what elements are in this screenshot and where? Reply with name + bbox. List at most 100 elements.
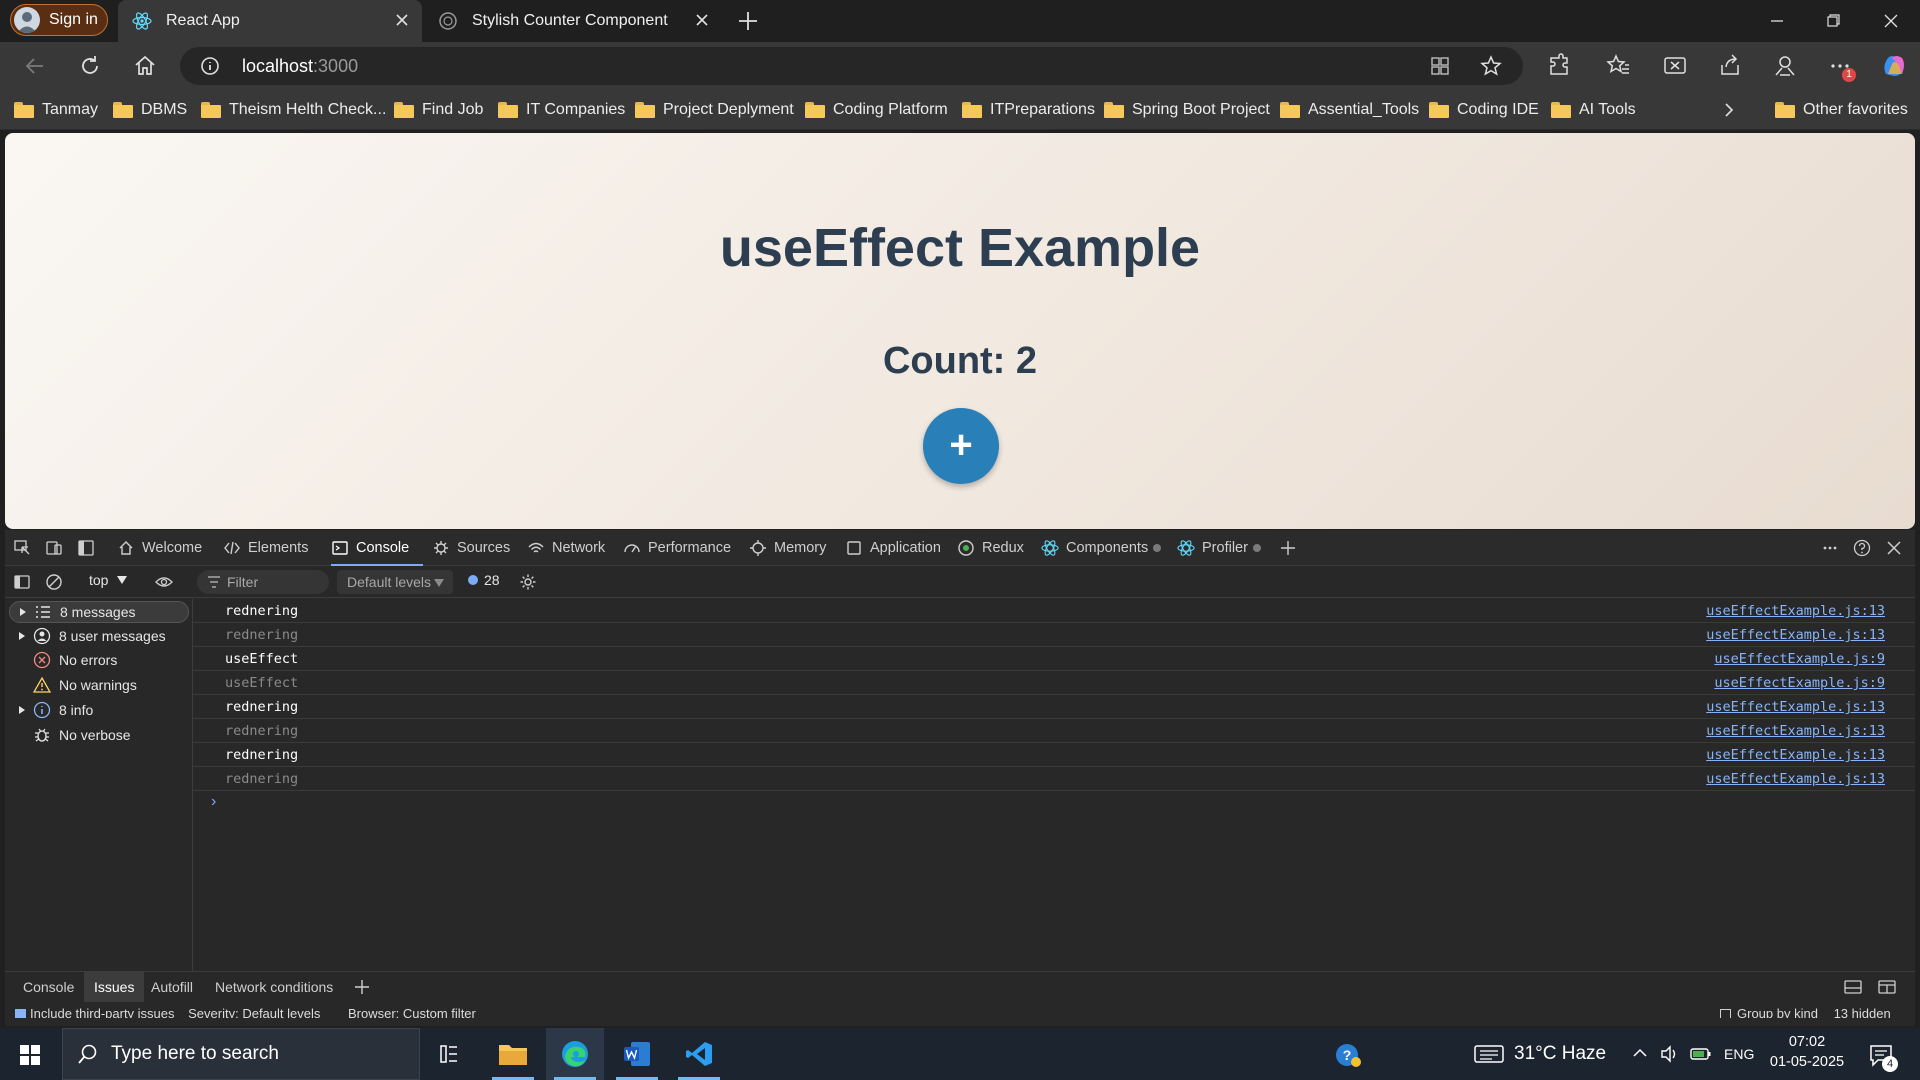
close-drawer-icon[interactable]	[1877, 978, 1897, 996]
bookmark-folder[interactable]: Tanmay	[14, 99, 98, 121]
share-icon[interactable]	[1718, 53, 1744, 79]
tab-welcome[interactable]: Welcome	[117, 530, 202, 566]
restore-icon[interactable]	[1820, 8, 1846, 34]
sidebar-item-user-messages[interactable]: 8 user messages	[5, 625, 189, 647]
sidebar-toggle-icon[interactable]	[13, 573, 31, 591]
clear-console-icon[interactable]	[45, 573, 63, 591]
language-indicator[interactable]: ENG	[1724, 1028, 1754, 1080]
tab-application[interactable]: Application	[845, 530, 941, 566]
filter-input[interactable]: Filter	[197, 570, 329, 594]
other-favorites-folder[interactable]: Other favorites	[1775, 99, 1908, 121]
clock[interactable]: 07:02 01-05-2025	[1762, 1032, 1852, 1072]
source-link[interactable]: useEffectExample.js:13	[1706, 723, 1885, 739]
tab-redux[interactable]: Redux	[957, 530, 1024, 566]
help-icon[interactable]: ?	[1334, 1042, 1362, 1068]
word-app[interactable]	[608, 1028, 666, 1080]
close-devtools-icon[interactable]	[1885, 539, 1903, 557]
favorites-icon[interactable]	[1605, 53, 1631, 79]
severity-dropdown[interactable]: Severity: Default levels	[188, 1006, 320, 1018]
app-available-icon[interactable]	[1430, 56, 1450, 76]
address-bar[interactable]: localhost:3000	[180, 47, 1523, 85]
sign-in-button[interactable]: Sign in	[10, 4, 108, 36]
context-selector[interactable]: top	[89, 572, 128, 588]
copilot-icon[interactable]	[1880, 52, 1908, 80]
task-view-button[interactable]	[420, 1028, 478, 1080]
increment-button[interactable]: +	[923, 408, 999, 484]
bookmark-folder[interactable]: Theism Helth Check...	[201, 99, 386, 121]
battery-icon[interactable]	[1690, 1045, 1712, 1063]
sidebar-item-warnings[interactable]: No warnings	[5, 674, 189, 696]
show-hidden-icons-icon[interactable]	[1632, 1046, 1648, 1060]
close-window-icon[interactable]	[1878, 8, 1904, 34]
bookmark-folder[interactable]: Coding IDE	[1429, 99, 1539, 121]
volume-icon[interactable]	[1660, 1044, 1680, 1064]
source-link[interactable]: useEffectExample.js:13	[1706, 699, 1885, 715]
home-icon[interactable]	[131, 52, 159, 80]
bookmark-folder[interactable]: Assential_Tools	[1280, 99, 1419, 121]
browser-filter-dropdown[interactable]: Browser: Custom filter	[348, 1006, 476, 1018]
source-link[interactable]: useEffectExample.js:13	[1706, 747, 1885, 763]
third-party-checkbox[interactable]	[15, 1009, 26, 1018]
bookmark-folder[interactable]: Coding Platform	[805, 99, 948, 121]
tab-profiler[interactable]: Profiler	[1177, 530, 1261, 566]
drawer-tab-issues[interactable]: Issues	[84, 972, 145, 1002]
tab-memory[interactable]: Memory	[749, 530, 826, 566]
new-tab-icon[interactable]	[736, 9, 760, 33]
more-tools-icon[interactable]	[1821, 539, 1839, 557]
bookmark-folder[interactable]: DBMS	[113, 99, 187, 121]
device-toolbar-icon[interactable]	[45, 539, 63, 557]
tab-performance[interactable]: Performance	[623, 530, 731, 566]
edge-app[interactable]	[546, 1028, 604, 1080]
screenshot-icon[interactable]	[1662, 53, 1688, 79]
tab-network[interactable]: Network	[527, 530, 605, 566]
back-icon[interactable]	[21, 52, 49, 80]
dock-drawer-icon[interactable]	[1843, 978, 1863, 996]
tab-sources[interactable]: Sources	[432, 530, 510, 566]
windows-start-icon[interactable]	[20, 1045, 40, 1065]
source-link[interactable]: useEffectExample.js:13	[1706, 627, 1885, 643]
close-tab-icon[interactable]	[694, 12, 710, 28]
source-link[interactable]: useEffectExample.js:13	[1706, 771, 1885, 787]
log-levels-dropdown[interactable]: Default levels	[337, 570, 453, 594]
sidebar-item-messages[interactable]: 8 messages	[9, 601, 189, 623]
file-explorer-app[interactable]	[484, 1028, 542, 1080]
eye-icon[interactable]	[155, 573, 173, 591]
add-tab-icon[interactable]	[1279, 539, 1297, 557]
dock-side-icon[interactable]	[77, 539, 95, 557]
browser-essentials-icon[interactable]	[1772, 53, 1798, 79]
source-link[interactable]: useEffectExample.js:13	[1706, 603, 1885, 619]
sidebar-item-info[interactable]: 8 info	[5, 699, 189, 721]
settings-gear-icon[interactable]	[519, 573, 537, 591]
close-tab-icon[interactable]	[394, 12, 410, 28]
bookmark-folder[interactable]: IT Companies	[498, 99, 625, 121]
bookmark-folder[interactable]: Find Job	[394, 99, 483, 121]
drawer-tab-console[interactable]: Console	[13, 972, 84, 1002]
taskbar-search-box[interactable]: Type here to search	[62, 1028, 420, 1080]
chevron-right-icon[interactable]	[1720, 101, 1738, 119]
tab-components[interactable]: Components	[1041, 530, 1162, 566]
group-by-kind-checkbox[interactable]	[1720, 1009, 1731, 1018]
extensions-icon[interactable]	[1546, 53, 1572, 79]
tab-elements[interactable]: Elements	[223, 530, 308, 566]
bookmark-folder[interactable]: ITPreparations	[962, 99, 1095, 121]
add-drawer-tab-icon[interactable]	[353, 978, 371, 996]
favorite-star-icon[interactable]	[1480, 55, 1502, 77]
info-icon[interactable]	[200, 56, 220, 76]
sidebar-item-verbose[interactable]: No verbose	[5, 724, 189, 746]
source-link[interactable]: useEffectExample.js:9	[1714, 675, 1885, 691]
tab-console[interactable]: Console	[331, 530, 423, 566]
drawer-tab-autofill[interactable]: Autofill	[141, 972, 203, 1002]
source-link[interactable]: useEffectExample.js:9	[1714, 651, 1885, 667]
vscode-app[interactable]	[670, 1028, 728, 1080]
drawer-tab-network-conditions[interactable]: Network conditions	[205, 972, 343, 1002]
tab-stylish-counter[interactable]: Stylish Counter Component	[424, 0, 722, 42]
bookmark-folder[interactable]: Project Deplyment	[635, 99, 794, 121]
refresh-icon[interactable]	[76, 52, 104, 80]
bookmark-folder[interactable]: AI Tools	[1551, 99, 1636, 121]
inspect-element-icon[interactable]	[13, 539, 31, 557]
weather-widget[interactable]: 31°C Haze	[1474, 1028, 1606, 1080]
minimize-icon[interactable]	[1764, 8, 1790, 34]
help-icon[interactable]	[1853, 539, 1871, 557]
issues-counter[interactable]: 28	[467, 572, 500, 588]
bookmark-folder[interactable]: Spring Boot Project	[1104, 99, 1270, 121]
